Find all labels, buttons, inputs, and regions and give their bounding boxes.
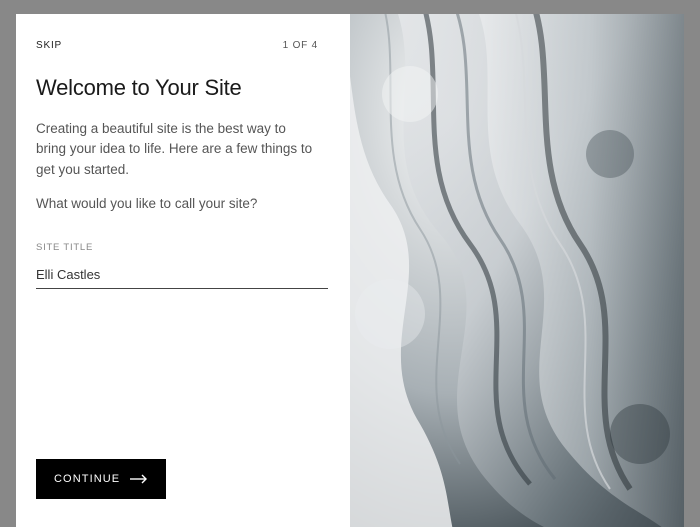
top-bar: SKIP 1 OF 4 [36, 40, 318, 51]
step-indicator: 1 OF 4 [283, 40, 318, 51]
onboarding-modal: SKIP 1 OF 4 Welcome to Your Site Creatin… [16, 14, 684, 527]
decorative-image-panel [350, 14, 684, 527]
site-title-label: SITE TITLE [36, 242, 318, 253]
page-title: Welcome to Your Site [36, 75, 318, 101]
description-text: Creating a beautiful site is the best wa… [36, 119, 318, 180]
prompt-text: What would you like to call your site? [36, 194, 318, 214]
form-panel: SKIP 1 OF 4 Welcome to Your Site Creatin… [16, 14, 350, 527]
skip-link[interactable]: SKIP [36, 40, 62, 51]
continue-button-label: CONTINUE [54, 473, 120, 485]
marble-texture-image [350, 14, 684, 527]
arrow-right-icon [130, 474, 148, 484]
site-title-input[interactable] [36, 263, 328, 289]
continue-button[interactable]: CONTINUE [36, 459, 166, 499]
